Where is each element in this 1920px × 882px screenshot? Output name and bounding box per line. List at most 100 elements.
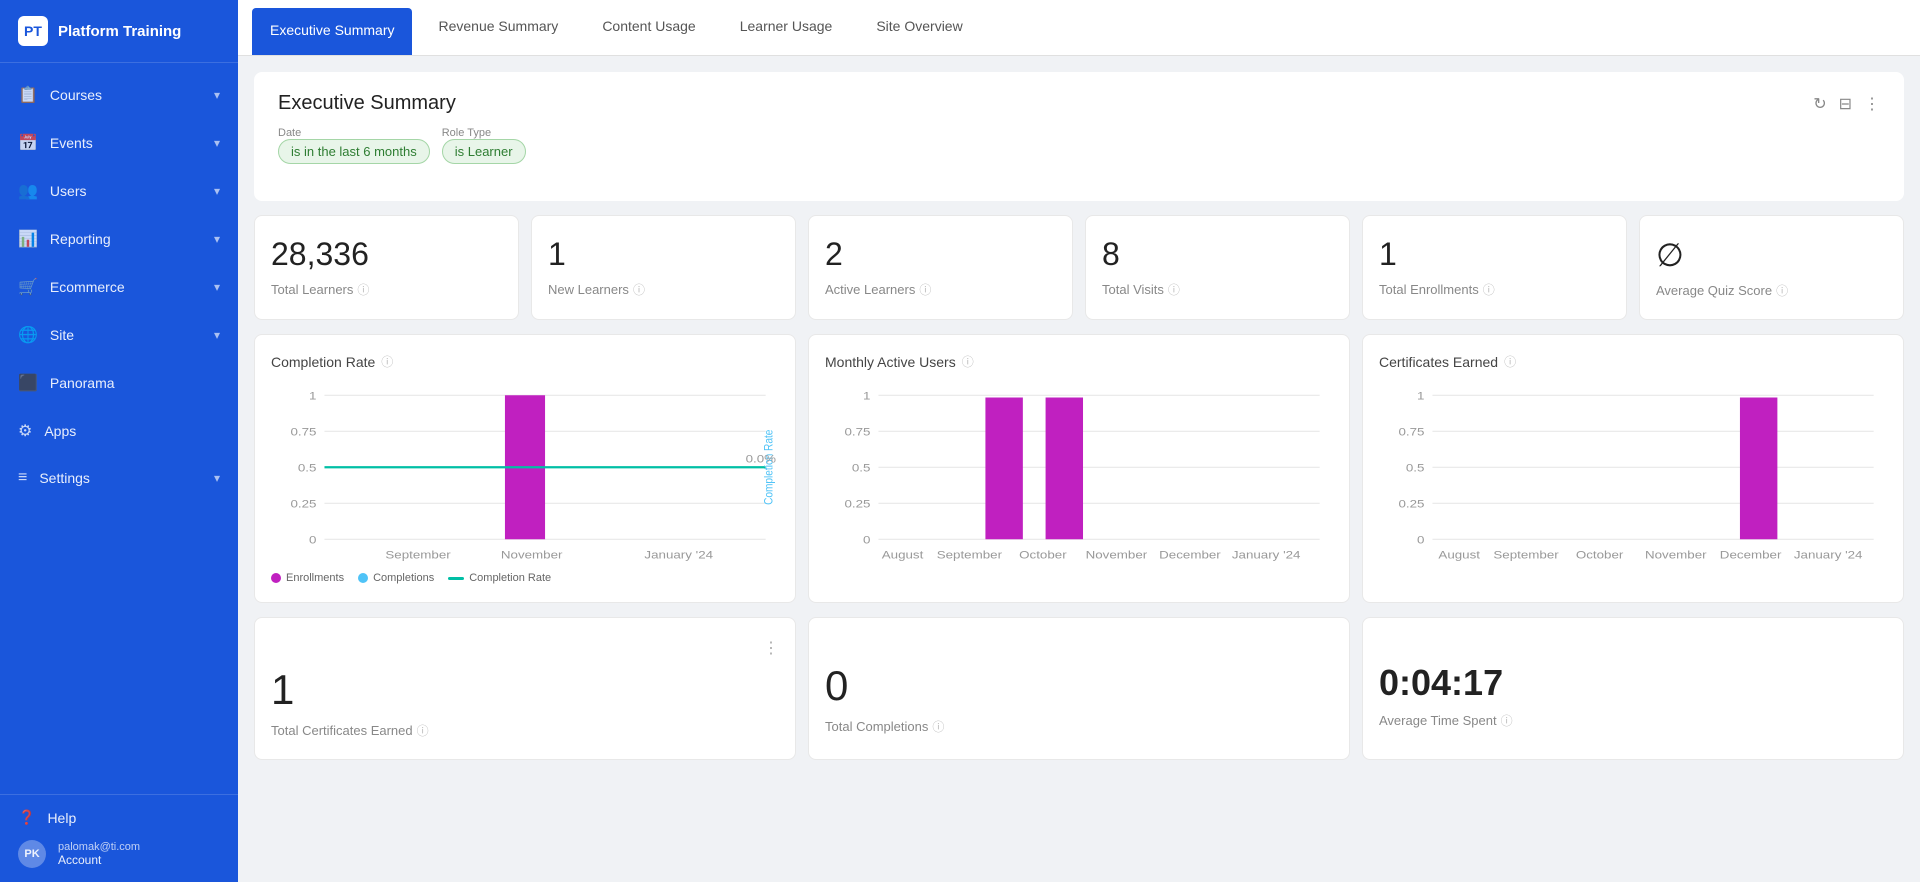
- date-filter-badge[interactable]: is in the last 6 months: [278, 139, 430, 164]
- tab-revenue-summary[interactable]: Revenue Summary: [416, 0, 580, 55]
- sidebar-nav: 📋 Courses ▾ 📅 Events ▾ 👥 Users ▾ 📊 Repor…: [0, 63, 238, 794]
- bottom-value-completions: 0: [825, 662, 848, 710]
- sidebar-label-events: Events: [50, 135, 93, 151]
- more-icon[interactable]: ⋮: [1864, 94, 1880, 114]
- info-icon-certs: ⓘ: [1504, 353, 1516, 370]
- apps-icon: ⚙: [18, 421, 32, 441]
- svg-text:0: 0: [863, 534, 871, 547]
- sidebar-item-site[interactable]: 🌐 Site ▾: [0, 311, 238, 359]
- bottom-card-completions: 0 Total Completions ⓘ: [808, 617, 1350, 760]
- reporting-icon: 📊: [18, 229, 38, 249]
- tab-learner-usage[interactable]: Learner Usage: [718, 0, 855, 55]
- logo-icon: PT: [18, 16, 48, 46]
- report-card: Executive Summary ↻ ⊟ ⋮ Date is in the l…: [254, 72, 1904, 201]
- user-info: palomak@ti.com Account: [58, 841, 140, 867]
- more-icon-certs[interactable]: ⋮: [763, 638, 779, 658]
- svg-text:0.5: 0.5: [298, 462, 317, 475]
- svg-text:December: December: [1159, 548, 1221, 561]
- svg-text:October: October: [1576, 548, 1624, 561]
- info-icon-active-learners: ⓘ: [919, 281, 931, 298]
- certs-svg: 1 0.75 0.5 0.25 0 August September Octob…: [1379, 384, 1887, 564]
- info-icon-completion: ⓘ: [381, 353, 393, 370]
- role-filter-group: Role Type is Learner: [442, 127, 526, 161]
- stat-label-total-visits: Total Visits ⓘ: [1102, 281, 1180, 298]
- info-icon-total-learners: ⓘ: [357, 281, 369, 298]
- panorama-icon: ⬛: [18, 373, 38, 393]
- svg-text:0.75: 0.75: [844, 426, 870, 439]
- report-title: Executive Summary: [278, 92, 456, 115]
- stat-total-enrollments: 1 Total Enrollments ⓘ: [1362, 215, 1627, 320]
- sidebar-label-apps: Apps: [44, 423, 76, 439]
- sidebar-item-users[interactable]: 👥 Users ▾: [0, 167, 238, 215]
- stat-label-new-learners: New Learners ⓘ: [548, 281, 645, 298]
- svg-text:0: 0: [309, 534, 317, 547]
- legend-enrollments: Enrollments: [271, 572, 344, 584]
- help-link[interactable]: ❓ Help: [18, 809, 220, 826]
- charts-row: Completion Rate ⓘ 1 0.75 0.5: [254, 334, 1904, 603]
- svg-text:1: 1: [309, 390, 317, 403]
- chevron-settings: ▾: [214, 471, 220, 485]
- svg-text:November: November: [1086, 548, 1148, 561]
- sidebar-item-panorama[interactable]: ⬛ Panorama: [0, 359, 238, 407]
- sidebar-label-courses: Courses: [50, 87, 102, 103]
- tab-content-usage[interactable]: Content Usage: [580, 0, 717, 55]
- chart-title-mau: Monthly Active Users ⓘ: [825, 353, 1333, 370]
- bottom-label-time-spent: Average Time Spent ⓘ: [1379, 712, 1513, 729]
- completion-rate-chart-area: 1 0.75 0.5 0.25 0 Completion Rate Septem…: [271, 384, 779, 564]
- stat-active-learners: 2 Active Learners ⓘ: [808, 215, 1073, 320]
- bottom-value-certificates: 1: [271, 666, 294, 714]
- svg-text:Completion Rate: Completion Rate: [763, 430, 776, 505]
- chart-monthly-active-users: Monthly Active Users ⓘ 1 0.75 0.5: [808, 334, 1350, 603]
- user-account[interactable]: PK palomak@ti.com Account: [18, 840, 220, 868]
- help-label: Help: [47, 810, 76, 826]
- svg-text:January '24: January '24: [644, 548, 713, 561]
- sidebar-item-reporting[interactable]: 📊 Reporting ▾: [0, 215, 238, 263]
- bottom-card-time-spent: 0:04:17 Average Time Spent ⓘ: [1362, 617, 1904, 760]
- filter-row: Date is in the last 6 months Role Type i…: [278, 127, 1880, 161]
- stat-avg-quiz-score: ∅ Average Quiz Score ⓘ: [1639, 215, 1904, 320]
- svg-text:0.25: 0.25: [290, 498, 316, 511]
- svg-text:September: September: [937, 548, 1002, 561]
- svg-text:0.75: 0.75: [290, 426, 316, 439]
- legend-completion-rate: Completion Rate: [448, 572, 551, 584]
- svg-text:November: November: [501, 548, 563, 561]
- sidebar-item-apps[interactable]: ⚙ Apps: [0, 407, 238, 455]
- sidebar-item-settings[interactable]: ≡ Settings ▾: [0, 455, 238, 501]
- courses-icon: 📋: [18, 85, 38, 105]
- stat-value-avg-quiz-score: ∅: [1656, 236, 1684, 274]
- svg-text:October: October: [1019, 548, 1067, 561]
- chart-completion-rate: Completion Rate ⓘ 1 0.75 0.5: [254, 334, 796, 603]
- chevron-courses: ▾: [214, 88, 220, 102]
- filter-icon[interactable]: ⊟: [1839, 94, 1852, 114]
- svg-text:January '24: January '24: [1794, 548, 1863, 561]
- date-filter-group: Date is in the last 6 months: [278, 127, 430, 161]
- sidebar-label-settings: Settings: [39, 470, 90, 486]
- svg-text:0.5: 0.5: [852, 462, 871, 475]
- avatar: PK: [18, 840, 46, 868]
- certs-chart-area: 1 0.75 0.5 0.25 0 August September Octob…: [1379, 384, 1887, 564]
- sidebar-item-ecommerce[interactable]: 🛒 Ecommerce ▾: [0, 263, 238, 311]
- sidebar-footer: ❓ Help PK palomak@ti.com Account: [0, 794, 238, 882]
- completion-rate-svg: 1 0.75 0.5 0.25 0 Completion Rate Septem…: [271, 384, 779, 564]
- report-header: Executive Summary ↻ ⊟ ⋮: [278, 92, 1880, 115]
- stat-value-new-learners: 1: [548, 236, 566, 273]
- tab-site-overview[interactable]: Site Overview: [854, 0, 984, 55]
- svg-text:1: 1: [1417, 390, 1425, 403]
- stat-value-active-learners: 2: [825, 236, 843, 273]
- user-account-label: Account: [58, 853, 140, 867]
- svg-text:0.25: 0.25: [1398, 498, 1424, 511]
- svg-text:0.75: 0.75: [1398, 426, 1424, 439]
- mau-chart-area: 1 0.75 0.5 0.25 0 August September Octob…: [825, 384, 1333, 564]
- info-icon-total-enrollments: ⓘ: [1483, 281, 1495, 298]
- refresh-icon[interactable]: ↻: [1813, 94, 1826, 114]
- stats-row: 28,336 Total Learners ⓘ 1 New Learners ⓘ…: [254, 215, 1904, 320]
- chevron-ecommerce: ▾: [214, 280, 220, 294]
- svg-text:September: September: [385, 548, 450, 561]
- tab-executive-summary[interactable]: Executive Summary: [252, 8, 412, 55]
- sidebar-item-courses[interactable]: 📋 Courses ▾: [0, 71, 238, 119]
- role-filter-badge[interactable]: is Learner: [442, 139, 526, 164]
- svg-text:0.0%: 0.0%: [746, 453, 776, 466]
- sidebar-item-events[interactable]: 📅 Events ▾: [0, 119, 238, 167]
- chart-title-completion: Completion Rate ⓘ: [271, 353, 779, 370]
- svg-text:August: August: [1438, 548, 1480, 561]
